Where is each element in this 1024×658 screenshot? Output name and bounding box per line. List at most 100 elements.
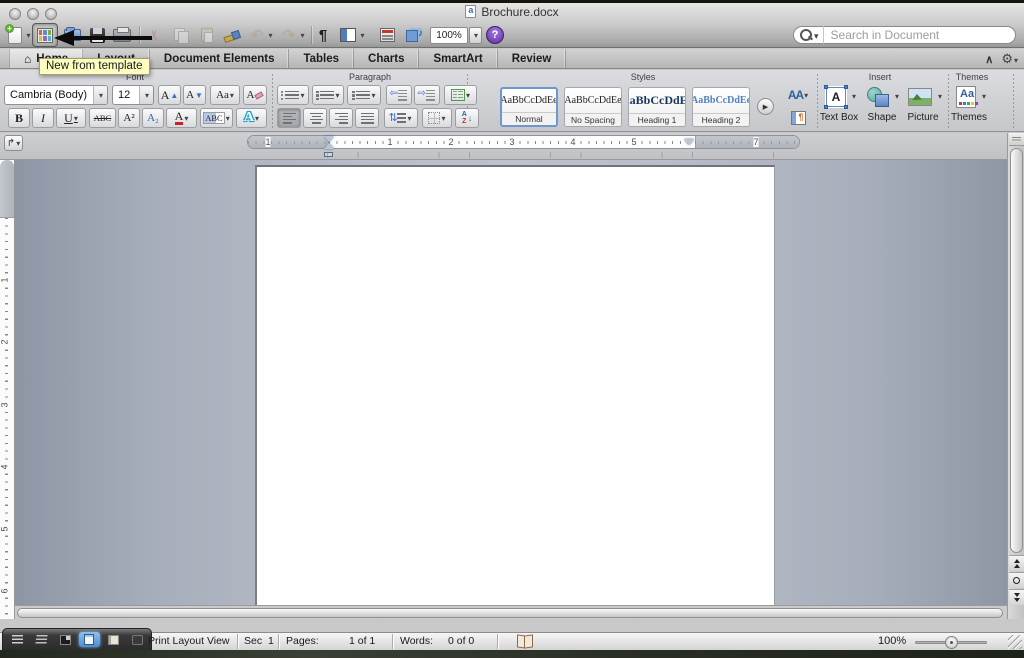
undo-button[interactable]: ↶: [248, 25, 266, 45]
align-left-button[interactable]: [277, 108, 301, 128]
toolbox-button[interactable]: [378, 25, 397, 45]
draft-view-button[interactable]: [7, 632, 28, 647]
split-handle[interactable]: [1009, 133, 1024, 146]
words-value[interactable]: 0 of 0: [448, 635, 474, 647]
font-size-combo[interactable]: 12: [112, 85, 154, 105]
increase-indent-button[interactable]: [414, 85, 440, 105]
themes-button[interactable]: Aa: [954, 85, 978, 109]
collapse-ribbon-button[interactable]: ∧: [985, 53, 993, 66]
justify-button[interactable]: [355, 108, 379, 128]
columns-button[interactable]: [444, 85, 477, 105]
horizontal-scrollbar-thumb[interactable]: [17, 608, 1003, 618]
new-document-button[interactable]: +: [6, 25, 24, 45]
section-value[interactable]: 1: [268, 635, 274, 647]
paste-button[interactable]: [198, 25, 216, 45]
picture-button[interactable]: [908, 85, 932, 109]
next-page-button[interactable]: [1009, 589, 1024, 605]
align-center-button[interactable]: [303, 108, 327, 128]
print-layout-button[interactable]: [79, 632, 100, 647]
media-browser-button[interactable]: [404, 25, 425, 45]
first-line-indent-marker[interactable]: [324, 136, 334, 142]
new-document-caret[interactable]: [24, 25, 32, 45]
bold-button[interactable]: B: [8, 108, 30, 128]
align-right-button[interactable]: [329, 108, 353, 128]
style-heading-2[interactable]: AaBbCcDdEe Heading 2: [692, 87, 750, 127]
undo-caret[interactable]: [266, 25, 274, 45]
gear-icon[interactable]: ⚙: [1001, 51, 1018, 67]
horizontal-ruler[interactable]: 1 1 2 3 4 5 7: [247, 135, 800, 149]
right-indent-marker[interactable]: [684, 139, 694, 145]
section-label[interactable]: Sec: [244, 635, 262, 647]
shape-button[interactable]: [866, 85, 890, 109]
vertical-scrollbar[interactable]: [1007, 133, 1024, 619]
window-resize-grip[interactable]: [1008, 635, 1022, 649]
focus-view-button[interactable]: [127, 632, 148, 647]
numbering-button[interactable]: [312, 85, 344, 105]
styles-pane-button[interactable]: [787, 108, 809, 128]
font-color-button[interactable]: A: [166, 108, 197, 128]
vertical-ruler[interactable]: 1 2 3 4 5 6: [0, 160, 15, 619]
publishing-layout-button[interactable]: [55, 632, 76, 647]
zoom-caret[interactable]: [469, 27, 482, 44]
clear-formatting-button[interactable]: A: [243, 85, 267, 105]
font-family-caret[interactable]: [93, 86, 107, 104]
style-no-spacing[interactable]: AaBbCcDdEe No Spacing: [564, 87, 622, 127]
view-mode-label[interactable]: Print Layout View: [148, 635, 230, 647]
style-heading-1[interactable]: AaBbCcDdEe Heading 1: [628, 87, 686, 127]
change-case-button[interactable]: Aa: [210, 85, 240, 105]
grow-font-button[interactable]: A▲: [158, 85, 181, 105]
pages-value[interactable]: 1 of 1: [349, 635, 375, 647]
search-field[interactable]: Search in Document: [793, 26, 1016, 44]
text-box-caret[interactable]: [851, 92, 856, 101]
tab-review[interactable]: Review: [498, 49, 567, 68]
themes-caret[interactable]: [981, 92, 986, 101]
picture-caret[interactable]: [937, 92, 942, 101]
spelling-status-icon[interactable]: [517, 635, 533, 647]
text-box-button[interactable]: A: [824, 85, 848, 109]
tab-stop-strip[interactable]: [247, 152, 800, 158]
document-page[interactable]: [255, 165, 775, 619]
pages-label[interactable]: Pages:: [286, 635, 319, 647]
font-family-combo[interactable]: Cambria (Body): [4, 85, 108, 105]
multilevel-list-button[interactable]: [347, 85, 381, 105]
subscript-button[interactable]: A₂: [142, 108, 164, 128]
tab-tables[interactable]: Tables: [289, 49, 354, 68]
zoom-field[interactable]: 100%: [430, 27, 468, 44]
notebook-layout-button[interactable]: [103, 632, 124, 647]
borders-button[interactable]: [422, 108, 452, 128]
browse-object-button[interactable]: [1009, 572, 1024, 588]
line-spacing-button[interactable]: [384, 108, 418, 128]
words-label[interactable]: Words:: [400, 635, 433, 647]
copy-button[interactable]: [171, 25, 189, 45]
search-scope-caret[interactable]: [813, 26, 819, 44]
outline-view-button[interactable]: [31, 632, 52, 647]
italic-button[interactable]: I: [32, 108, 54, 128]
titlebar[interactable]: aBrochure.docx: [0, 3, 1024, 22]
style-normal[interactable]: AaBbCcDdEe Normal: [500, 87, 558, 127]
superscript-button[interactable]: A²: [118, 108, 140, 128]
highlight-button[interactable]: ABC: [200, 108, 233, 128]
bullets-button[interactable]: [277, 85, 309, 105]
underline-button[interactable]: U: [56, 108, 86, 128]
hanging-indent-marker[interactable]: [324, 143, 334, 149]
sidebar-pane-caret[interactable]: [358, 25, 366, 45]
style-guides-button[interactable]: AA: [783, 85, 813, 105]
format-painter-button[interactable]: [222, 25, 242, 45]
more-styles-button[interactable]: ▶: [757, 98, 774, 115]
zoom-slider-thumb[interactable]: [945, 636, 958, 649]
redo-caret[interactable]: [298, 25, 306, 45]
redo-button[interactable]: ↷: [280, 25, 298, 45]
tab-smartart[interactable]: SmartArt: [419, 49, 497, 68]
decrease-indent-button[interactable]: [386, 85, 412, 105]
font-size-caret[interactable]: [139, 86, 153, 104]
document-area[interactable]: 1 2 3 4 5 6: [0, 160, 1024, 619]
shape-caret[interactable]: [894, 92, 899, 101]
tab-stop-selector[interactable]: ↱: [4, 135, 23, 151]
strikethrough-button[interactable]: ABC: [89, 108, 116, 128]
shrink-font-button[interactable]: A▼: [183, 85, 206, 105]
vertical-scrollbar-thumb[interactable]: [1010, 148, 1023, 553]
sort-button[interactable]: AZ ↓: [455, 108, 479, 128]
text-effects-button[interactable]: A: [236, 108, 267, 128]
tab-charts[interactable]: Charts: [354, 49, 419, 68]
help-button[interactable]: ?: [486, 26, 504, 44]
